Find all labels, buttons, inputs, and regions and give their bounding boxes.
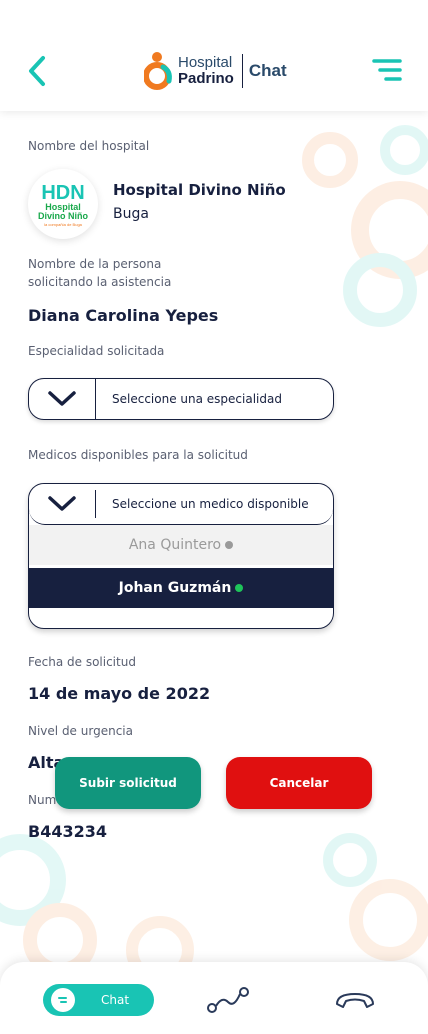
urgency-label: Nivel de urgencia: [28, 724, 133, 738]
route-icon: [207, 987, 249, 1013]
hang-up-icon: [336, 993, 374, 1008]
date-value: 14 de mayo de 2022: [28, 684, 211, 703]
doctors-placeholder: Seleccione un medico disponible: [112, 497, 309, 511]
menu-icon: [372, 59, 402, 81]
svg-text:HDN: HDN: [41, 182, 84, 204]
chevron-down-icon: [48, 496, 76, 511]
specialty-placeholder: Seleccione una especialidad: [112, 392, 282, 406]
brand-top-text: Hospital: [178, 54, 233, 71]
hospital-name: Hospital Divino Niño: [113, 181, 286, 199]
doctor-option-name: Johan Guzmán: [118, 580, 232, 596]
cancel-button[interactable]: Cancelar: [226, 757, 372, 809]
doctors-label: Medicos disponibles para la solicitud: [28, 448, 248, 462]
specialty-chevron[interactable]: [29, 379, 96, 419]
back-button[interactable]: [24, 54, 50, 88]
svg-text:Divino Niño: Divino Niño: [38, 211, 88, 221]
doctor-option-johan-guzman[interactable]: Johan Guzmán: [29, 568, 333, 608]
tab-chat-label: Chat: [101, 993, 130, 1007]
brand-divider: [241, 54, 243, 88]
offline-status-dot: [225, 541, 234, 549]
chevron-left-icon: [29, 56, 45, 86]
date-label: Fecha de solicitud: [28, 655, 136, 669]
doctors-dropdown[interactable]: Seleccione un medico disponible Ana Quin…: [28, 483, 334, 629]
specialty-select[interactable]: Seleccione una especialidad: [28, 378, 334, 420]
chat-icon: [51, 988, 75, 1012]
tab-chat[interactable]: Chat: [43, 984, 154, 1016]
doctors-select[interactable]: Seleccione un medico disponible: [29, 484, 333, 525]
chevron-down-icon: [48, 391, 76, 406]
online-status-dot: [235, 584, 244, 592]
bottom-tab-bar: Chat: [0, 962, 428, 1034]
doctors-chevron[interactable]: [29, 490, 96, 518]
doctor-option-ana-quintero[interactable]: Ana Quintero: [29, 525, 333, 565]
padrino-logo-icon: [144, 52, 172, 90]
menu-button[interactable]: [372, 58, 402, 82]
request-number-value: B443234: [28, 822, 107, 841]
brand-bottom-text: Padrino: [178, 70, 234, 87]
requester-name: Diana Carolina Yepes: [28, 306, 219, 325]
section-title: Chat: [248, 61, 287, 80]
svg-text:la compañía de Buga: la compañía de Buga: [44, 222, 83, 227]
hdn-logo-icon: HDN Hospital Divino Niño la compañía de …: [38, 182, 88, 227]
top-bar: Hospital Padrino Chat: [0, 0, 428, 111]
brand-logo: Hospital Padrino Chat: [144, 50, 287, 92]
specialty-label: Especialidad solicitada: [28, 344, 165, 358]
upload-request-button[interactable]: Subir solicitud: [55, 757, 201, 809]
tab-route[interactable]: [206, 986, 250, 1014]
hospital-city: Buga: [113, 206, 149, 222]
tab-hang-up[interactable]: [333, 986, 377, 1014]
requester-label-line1: Nombre de la persona: [28, 257, 162, 271]
doctor-option-name: Ana Quintero: [128, 537, 222, 553]
hospital-logo: HDN Hospital Divino Niño la compañía de …: [28, 169, 98, 239]
hospital-label: Nombre del hospital: [28, 139, 150, 153]
requester-label-line2: solicitando la asistencia: [28, 275, 172, 289]
